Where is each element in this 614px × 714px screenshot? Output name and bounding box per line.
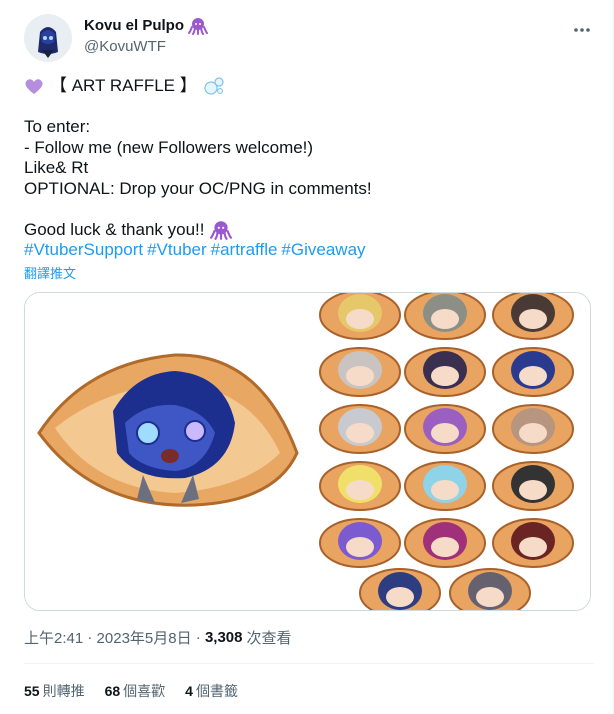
tweet-meta: 上午2:41 · 2023年5月8日 · 3,308 次查看	[24, 627, 292, 648]
display-name[interactable]: Kovu el Pulpo	[84, 16, 184, 36]
tweet: Kovu el Pulpo @KovuWTF 【 ART RAFFLE 】 To…	[0, 0, 614, 714]
chibi-character-icon	[492, 461, 574, 511]
retweets-count: 55	[24, 683, 40, 699]
purple-heart-icon	[25, 79, 43, 95]
tweet-time[interactable]: 上午2:41	[24, 627, 83, 648]
avatar[interactable]	[24, 14, 72, 62]
chibi-character-icon	[404, 347, 486, 397]
meta-separator: ·	[83, 629, 97, 646]
bookmarks-label: 個書籤	[195, 683, 238, 699]
tweet-text: 【 ART RAFFLE 】 To enter: - Follow me (ne…	[24, 76, 584, 261]
text-line-thanks: Good luck & thank you!!	[24, 220, 584, 241]
hashtag-link[interactable]: #VtuberSupport	[24, 240, 143, 261]
views-label: 次查看	[246, 630, 292, 647]
text-line: To enter:	[24, 117, 91, 136]
retweets-stat[interactable]: 55 則轉推	[24, 681, 85, 701]
raffle-title: 【 ART RAFFLE 】	[50, 76, 197, 95]
art-raffle-image	[25, 293, 590, 610]
chibi-character-icon	[492, 293, 574, 340]
tweet-header: Kovu el Pulpo @KovuWTF	[24, 14, 594, 62]
thanks-text: Good luck & thank you!!	[24, 219, 205, 239]
divider	[24, 663, 594, 664]
handle[interactable]: @KovuWTF	[84, 37, 208, 57]
chibi-character-icon	[404, 461, 486, 511]
display-name-row[interactable]: Kovu el Pulpo	[84, 16, 209, 36]
more-options-button[interactable]	[570, 18, 594, 42]
bookmarks-count: 4	[185, 683, 193, 699]
text-line: Like& Rt	[24, 158, 89, 177]
chibi-character-icon	[449, 568, 531, 610]
views-count: 3,308	[204, 629, 243, 646]
chibi-character-icon	[404, 518, 486, 568]
chibi-character-icon	[359, 568, 441, 610]
more-icon	[574, 28, 590, 32]
chibi-character-icon	[492, 347, 574, 397]
chibi-character-icon	[404, 293, 486, 340]
octopus-icon	[209, 220, 232, 240]
octopus-icon	[188, 18, 209, 35]
likes-label: 個喜歡	[123, 683, 166, 699]
tweet-media[interactable]	[24, 292, 591, 611]
text-line: OPTIONAL: Drop your OC/PNG in comments!	[24, 178, 372, 198]
retweets-label: 則轉推	[42, 683, 85, 699]
text-line: - Follow me (new Followers welcome!)	[24, 137, 314, 157]
meta-separator: ·	[191, 629, 205, 646]
chibi-character-icon	[404, 404, 486, 454]
chibi-character-icon	[319, 293, 401, 340]
hashtag-link[interactable]: #Giveaway	[281, 240, 365, 261]
chibi-character-icon	[492, 518, 574, 568]
tweet-stats: 55 則轉推 68 個喜歡 4 個書籤	[24, 681, 238, 701]
likes-stat[interactable]: 68 個喜歡	[105, 681, 166, 701]
likes-count: 68	[104, 683, 121, 699]
chibi-character-icon	[319, 518, 401, 568]
tweet-date[interactable]: 2023年5月8日	[97, 627, 192, 648]
hashtag-link[interactable]: #Vtuber	[147, 240, 207, 261]
hashtag-link[interactable]: #artraffle	[211, 240, 278, 261]
text-line-title: 【 ART RAFFLE 】	[24, 76, 584, 97]
chibi-character-icon	[319, 461, 401, 511]
hashtags: #VtuberSupport #Vtuber #artraffle #Givea…	[24, 240, 584, 261]
chibi-character-icon	[319, 347, 401, 397]
author-names: Kovu el Pulpo @KovuWTF	[84, 16, 209, 57]
chibi-character-icon	[319, 404, 401, 454]
chibi-character-icon	[492, 404, 574, 454]
bookmarks-stat[interactable]: 4 個書籤	[185, 681, 238, 701]
translate-tweet-link[interactable]: 翻譯推文	[24, 263, 76, 282]
bubbles-icon	[204, 77, 224, 95]
